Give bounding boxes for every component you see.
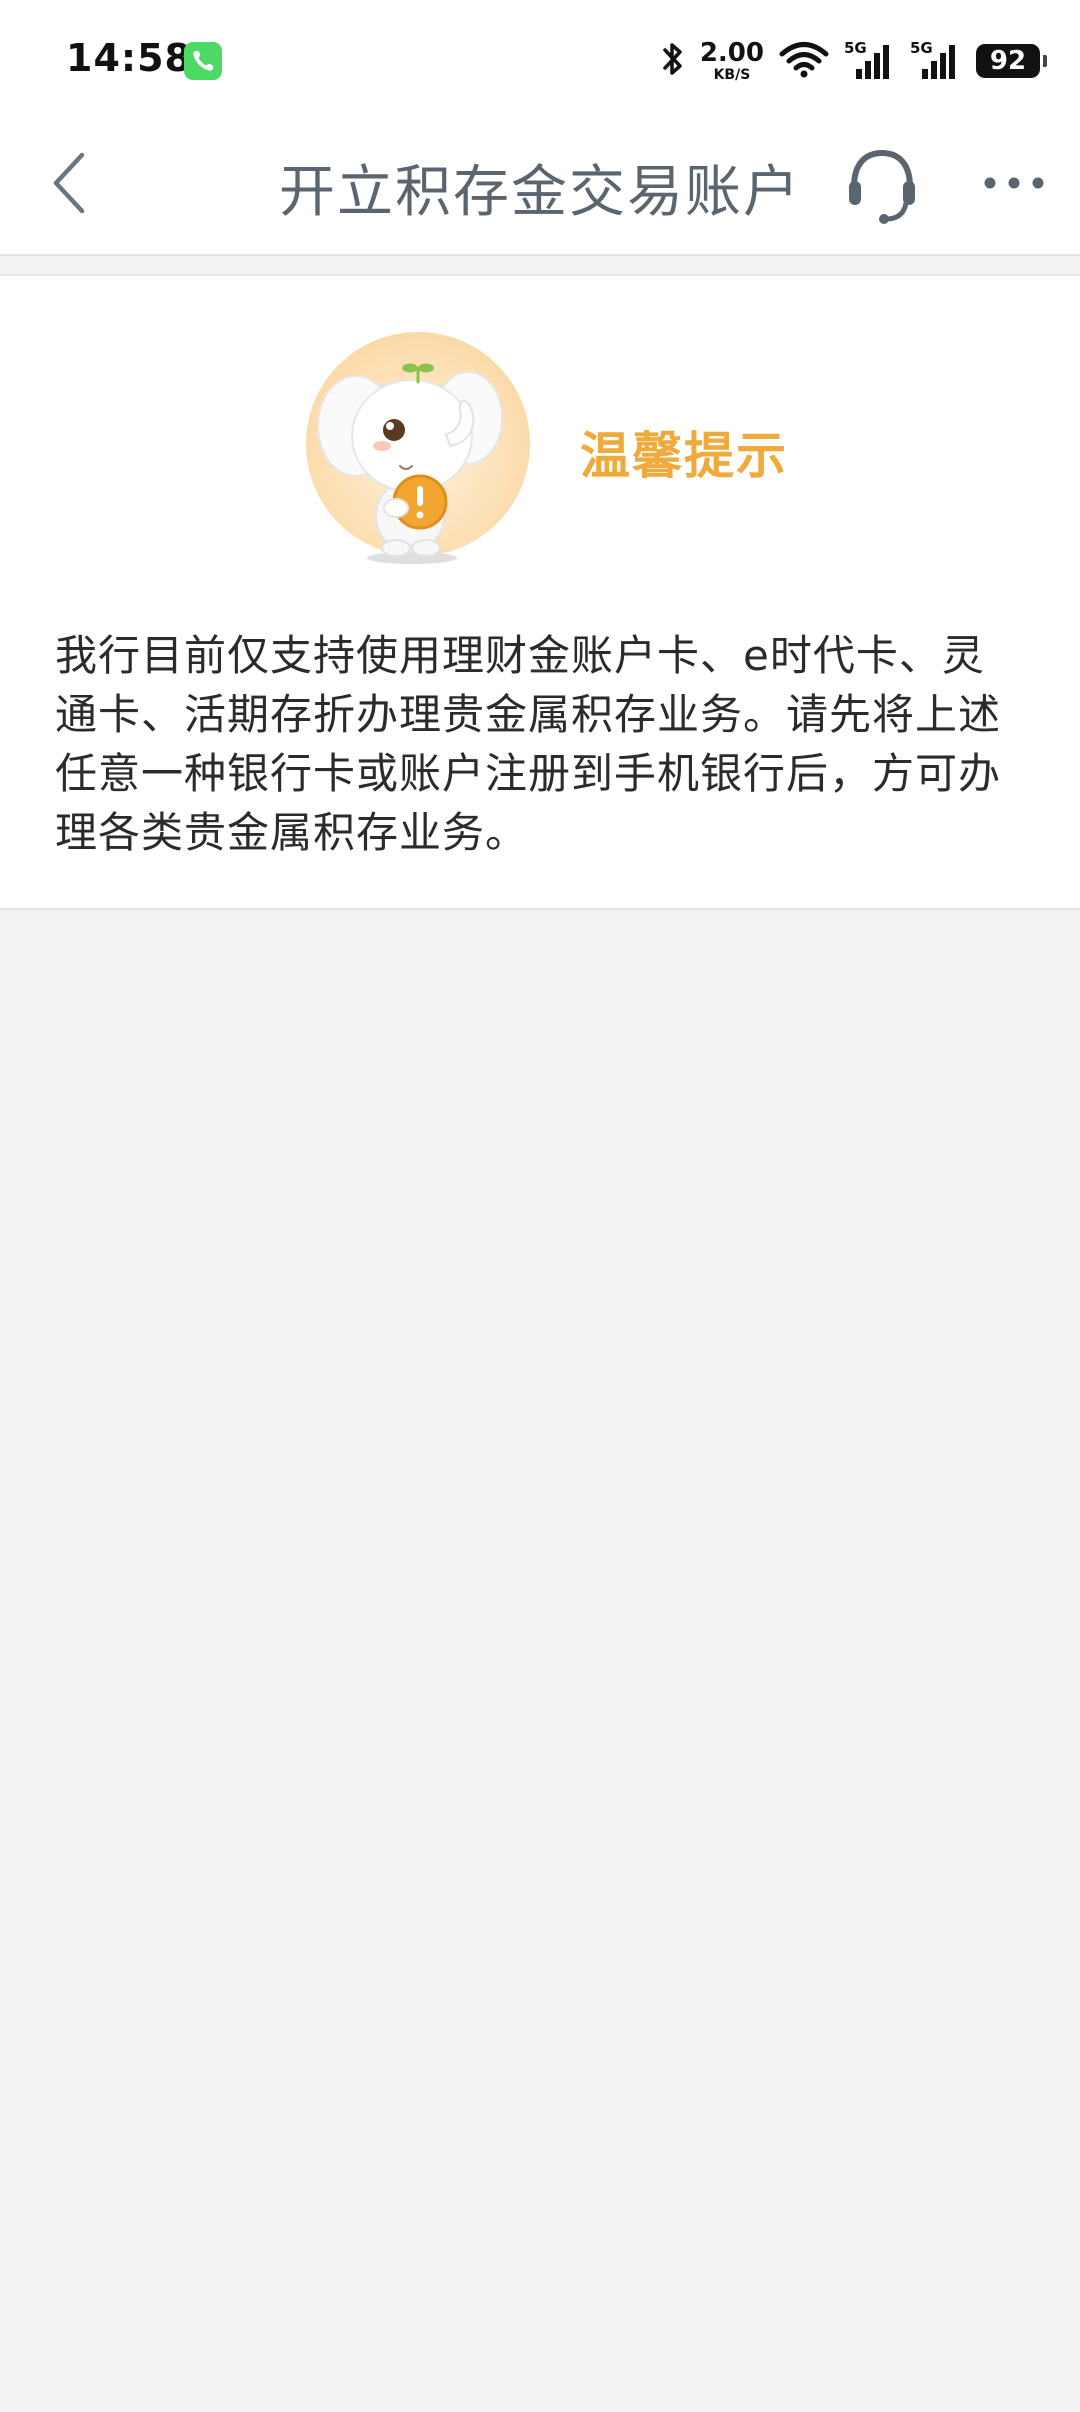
more-icon [982,175,1046,195]
signal-icon-2: 5G [910,39,962,81]
status-indicators: 2.00 KB/S 5G 5G 92 [660,38,1047,84]
network-speed: 2.00 KB/S [700,40,764,82]
bluetooth-icon [660,39,686,83]
customer-service-button[interactable] [840,142,924,232]
elephant-mascot-icon [300,326,540,566]
notice-card: 温馨提示 我行目前仅支持使用理财金账户卡、e时代卡、灵通卡、活期存折办理贵金属积… [0,274,1080,910]
status-time: 14:58 [66,36,192,80]
header-bar: 开立积存金交易账户 [0,120,1080,256]
phone-call-icon [184,42,222,80]
back-button[interactable] [30,145,110,225]
more-options-button[interactable] [972,150,1056,220]
signal-icon: 5G [844,39,896,81]
page-title: 开立积存金交易账户 [279,159,801,225]
notice-message: 我行目前仅支持使用理财金账户卡、e时代卡、灵通卡、活期存折办理贵金属积存业务。请… [55,631,1002,857]
headset-icon [844,145,920,229]
wifi-icon [778,39,830,83]
network-speed-unit: KB/S [713,67,751,83]
battery-icon: 92 [976,44,1047,78]
notice-title: 温馨提示 [580,427,788,485]
network-speed-value: 2.00 [699,38,764,68]
status-bar: 14:58 2.00 KB/S 5G 5G 92 [0,0,1080,120]
battery-level: 92 [989,46,1027,76]
back-arrow-icon [50,151,90,219]
